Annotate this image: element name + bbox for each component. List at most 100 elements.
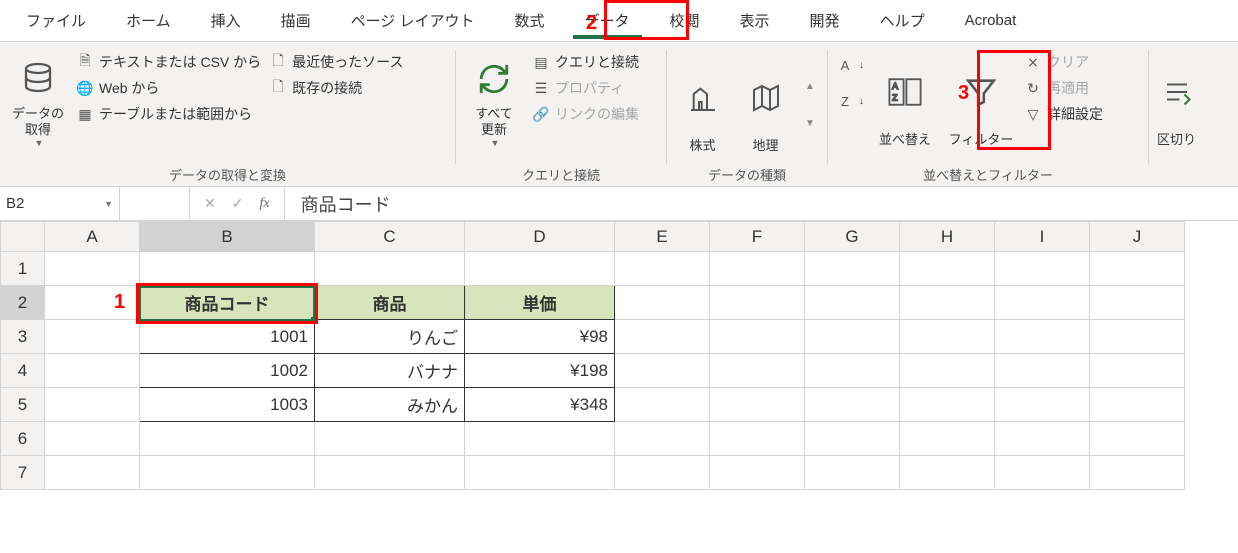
queries-icon: ▤ bbox=[532, 53, 550, 71]
group-get-transform: データの 取得 ▼ 🗎テキストまたは CSV から 🌐Web から ▦テーブルま… bbox=[0, 42, 455, 186]
sort-asc-icon: A bbox=[836, 56, 854, 74]
btn-recent-sources[interactable]: 🗋最近使ったソース bbox=[269, 52, 403, 72]
tab-data[interactable]: データ bbox=[565, 2, 650, 39]
tab-view[interactable]: 表示 bbox=[720, 2, 790, 39]
reapply-icon: ↻ bbox=[1024, 79, 1042, 97]
cell-B3[interactable]: 1001 bbox=[140, 320, 315, 354]
tab-acrobat[interactable]: Acrobat bbox=[945, 4, 1037, 37]
tab-home[interactable]: ホーム bbox=[106, 2, 191, 39]
btn-geography[interactable]: 地理 bbox=[738, 55, 793, 155]
recent-icon: 🗋 bbox=[269, 53, 287, 71]
cell-C2[interactable]: 商品 bbox=[315, 286, 465, 320]
tab-file[interactable]: ファイル bbox=[6, 2, 106, 39]
refresh-icon bbox=[477, 62, 511, 96]
check-icon[interactable]: ✓ bbox=[232, 195, 244, 212]
cancel-icon[interactable]: ✕ bbox=[204, 195, 216, 212]
col-header-C[interactable]: C bbox=[315, 222, 465, 252]
filter-icon bbox=[964, 75, 998, 109]
cell-D5[interactable]: ¥348 bbox=[465, 388, 615, 422]
tab-draw[interactable]: 描画 bbox=[261, 2, 331, 39]
file-text-icon: 🗎 bbox=[76, 53, 94, 71]
select-all-corner[interactable] bbox=[1, 222, 45, 252]
advanced-icon: ▽ bbox=[1024, 105, 1042, 123]
btn-queries-connections[interactable]: ▤クエリと接続 bbox=[532, 52, 639, 72]
tab-pagelayout[interactable]: ページ レイアウト bbox=[331, 2, 495, 39]
table-icon: ▦ bbox=[76, 105, 94, 123]
tab-help[interactable]: ヘルプ bbox=[860, 2, 945, 39]
chevron-down-icon: ▼ bbox=[35, 138, 44, 148]
btn-reapply[interactable]: ↻再適用 bbox=[1024, 78, 1103, 98]
group-label-data-types: データの種類 bbox=[675, 161, 819, 184]
cell-C3[interactable]: りんご bbox=[315, 320, 465, 354]
group-label-sort-filter: 並べ替えとフィルター bbox=[836, 161, 1140, 184]
group-label-get-transform: データの取得と変換 bbox=[8, 161, 447, 184]
col-header-B[interactable]: B bbox=[140, 222, 315, 252]
cell-D3[interactable]: ¥98 bbox=[465, 320, 615, 354]
cell-B2[interactable]: 商品コード bbox=[140, 286, 315, 320]
fx-icon[interactable]: fx bbox=[259, 196, 269, 212]
connection-icon: 🗋 bbox=[269, 79, 287, 97]
row-header-7[interactable]: 7 bbox=[1, 456, 45, 490]
col-header-J[interactable]: J bbox=[1090, 222, 1185, 252]
btn-existing-connections[interactable]: 🗋既存の接続 bbox=[269, 78, 403, 98]
btn-properties[interactable]: ☰プロパティ bbox=[532, 78, 639, 98]
col-header-A[interactable]: A bbox=[45, 222, 140, 252]
spreadsheet-grid: A B C D E F G H I J 1 2 商品コード 商品 bbox=[0, 221, 1238, 490]
ribbon-body: データの 取得 ▼ 🗎テキストまたは CSV から 🌐Web から ▦テーブルま… bbox=[0, 42, 1238, 187]
btn-filter[interactable]: フィルター bbox=[946, 48, 1016, 148]
cell-C4[interactable]: バナナ bbox=[315, 354, 465, 388]
clear-icon: ⨯ bbox=[1024, 53, 1042, 71]
btn-from-csv[interactable]: 🗎テキストまたは CSV から bbox=[76, 52, 261, 72]
svg-text:Z: Z bbox=[892, 92, 897, 102]
btn-from-web[interactable]: 🌐Web から bbox=[76, 78, 261, 98]
cell-C5[interactable]: みかん bbox=[315, 388, 465, 422]
row-header-3[interactable]: 3 bbox=[1, 320, 45, 354]
btn-sort-desc[interactable]: Z↓ bbox=[836, 92, 864, 110]
sheet-table[interactable]: A B C D E F G H I J 1 2 商品コード 商品 bbox=[0, 221, 1185, 490]
row-header-6[interactable]: 6 bbox=[1, 422, 45, 456]
name-box[interactable]: B2 ▼ bbox=[0, 187, 120, 220]
btn-stocks[interactable]: 株式 bbox=[675, 55, 730, 155]
btn-refresh-all[interactable]: すべて 更新 ▼ bbox=[464, 48, 524, 148]
tab-formulas[interactable]: 数式 bbox=[494, 2, 564, 39]
btn-clear-filter[interactable]: ⨯クリア bbox=[1024, 52, 1103, 72]
chevron-down-icon: ▼ bbox=[491, 138, 500, 148]
group-label-queries: クエリと接続 bbox=[464, 161, 658, 184]
group-data-types: 株式 地理 ▲ ▼ データの種類 bbox=[667, 42, 827, 186]
col-header-G[interactable]: G bbox=[805, 222, 900, 252]
col-header-H[interactable]: H bbox=[900, 222, 995, 252]
group-queries: すべて 更新 ▼ ▤クエリと接続 ☰プロパティ 🔗リンクの編集 クエリと接続 bbox=[456, 42, 666, 186]
formula-input[interactable]: 商品コード bbox=[285, 191, 1238, 217]
tab-developer[interactable]: 開発 bbox=[790, 2, 860, 39]
row-header-2[interactable]: 2 bbox=[1, 286, 45, 320]
properties-icon: ☰ bbox=[532, 79, 550, 97]
col-header-F[interactable]: F bbox=[710, 222, 805, 252]
row-header-5[interactable]: 5 bbox=[1, 388, 45, 422]
svg-text:A: A bbox=[892, 81, 898, 91]
formula-bar: B2 ▼ ✕ ✓ fx 商品コード bbox=[0, 187, 1238, 221]
cell-D2[interactable]: 単価 bbox=[465, 286, 615, 320]
btn-from-table[interactable]: ▦テーブルまたは範囲から bbox=[76, 104, 261, 124]
btn-text-to-columns[interactable]: 区切り bbox=[1157, 48, 1196, 148]
tab-review[interactable]: 校閲 bbox=[650, 2, 720, 39]
row-header-1[interactable]: 1 bbox=[1, 252, 45, 286]
btn-edit-links[interactable]: 🔗リンクの編集 bbox=[532, 104, 639, 124]
tab-insert[interactable]: 挿入 bbox=[191, 2, 261, 39]
globe-icon: 🌐 bbox=[76, 79, 94, 97]
scroll-up-icon[interactable]: ▲ bbox=[805, 81, 815, 92]
col-header-D[interactable]: D bbox=[465, 222, 615, 252]
sort-desc-icon: Z bbox=[836, 92, 854, 110]
cell-B4[interactable]: 1002 bbox=[140, 354, 315, 388]
col-header-E[interactable]: E bbox=[615, 222, 710, 252]
cell-D4[interactable]: ¥198 bbox=[465, 354, 615, 388]
database-icon bbox=[20, 61, 56, 97]
btn-sort-asc[interactable]: A↓ bbox=[836, 56, 864, 74]
btn-sort[interactable]: AZ 並べ替え bbox=[872, 48, 938, 148]
links-icon: 🔗 bbox=[532, 105, 550, 123]
btn-advanced-filter[interactable]: ▽詳細設定 bbox=[1024, 104, 1103, 124]
col-header-I[interactable]: I bbox=[995, 222, 1090, 252]
btn-get-data[interactable]: データの 取得 ▼ bbox=[8, 48, 68, 148]
row-header-4[interactable]: 4 bbox=[1, 354, 45, 388]
cell-B5[interactable]: 1003 bbox=[140, 388, 315, 422]
scroll-down-icon[interactable]: ▼ bbox=[805, 118, 815, 129]
